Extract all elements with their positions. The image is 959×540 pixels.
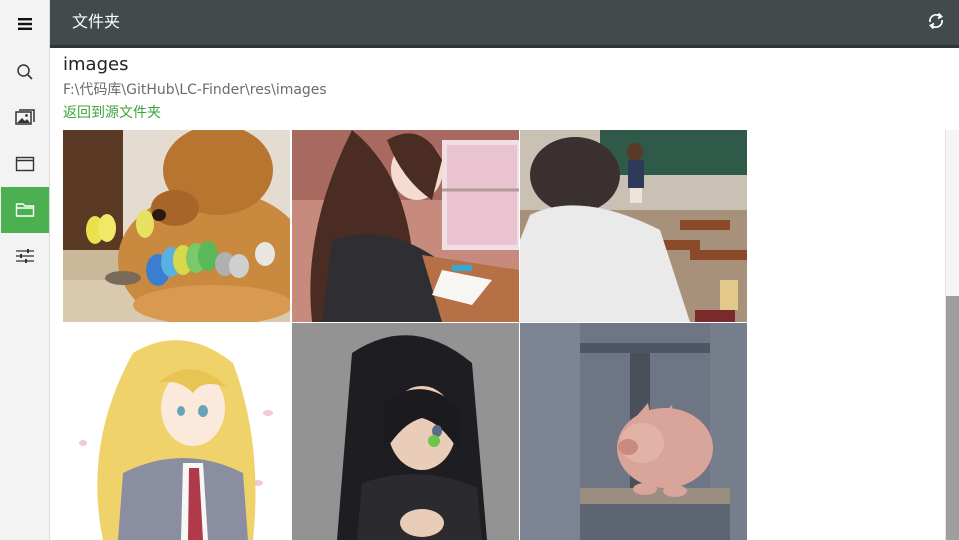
sidebar-item-settings[interactable]: [1, 233, 49, 279]
settings-sliders-icon: [15, 247, 35, 265]
vertical-scrollbar[interactable]: [945, 130, 959, 540]
thumbnail-dog-birds[interactable]: [63, 130, 290, 322]
scrollbar-thumb[interactable]: [946, 296, 959, 540]
thumbnail-anime-classroom[interactable]: [520, 130, 747, 322]
search-icon: [16, 63, 34, 81]
folder-path: F:\代码库\GitHub\LC-Finder\res\images: [63, 82, 327, 98]
sidebar-item-pictures[interactable]: [1, 95, 49, 141]
thumbnail-anime-desk[interactable]: [292, 130, 519, 322]
page-title: 文件夹: [72, 12, 121, 31]
thumbnail-anime-hoodie[interactable]: [292, 323, 519, 540]
thumbnail-pig[interactable]: [520, 323, 747, 540]
sidebar-item-window[interactable]: [1, 141, 49, 187]
sidebar: [0, 0, 50, 540]
refresh-button[interactable]: [925, 12, 947, 34]
sidebar-menu-button[interactable]: [1, 0, 49, 48]
hamburger-menu-icon: [17, 17, 33, 31]
refresh-icon: [927, 11, 945, 35]
title-bar: 文件夹: [50, 0, 959, 48]
app-window: 文件夹 images F:\代码库\GitHub\LC-Finder\res\i…: [0, 0, 959, 540]
folder-icon: [15, 202, 35, 218]
folder-name: images: [63, 54, 129, 75]
thumbnail-anime-blonde[interactable]: [63, 323, 290, 540]
sidebar-item-search[interactable]: [1, 49, 49, 95]
pictures-icon: [15, 109, 35, 127]
back-to-source-folder-link[interactable]: 返回到源文件夹: [63, 102, 161, 122]
sidebar-item-folders[interactable]: [1, 187, 49, 233]
window-icon: [15, 156, 35, 172]
